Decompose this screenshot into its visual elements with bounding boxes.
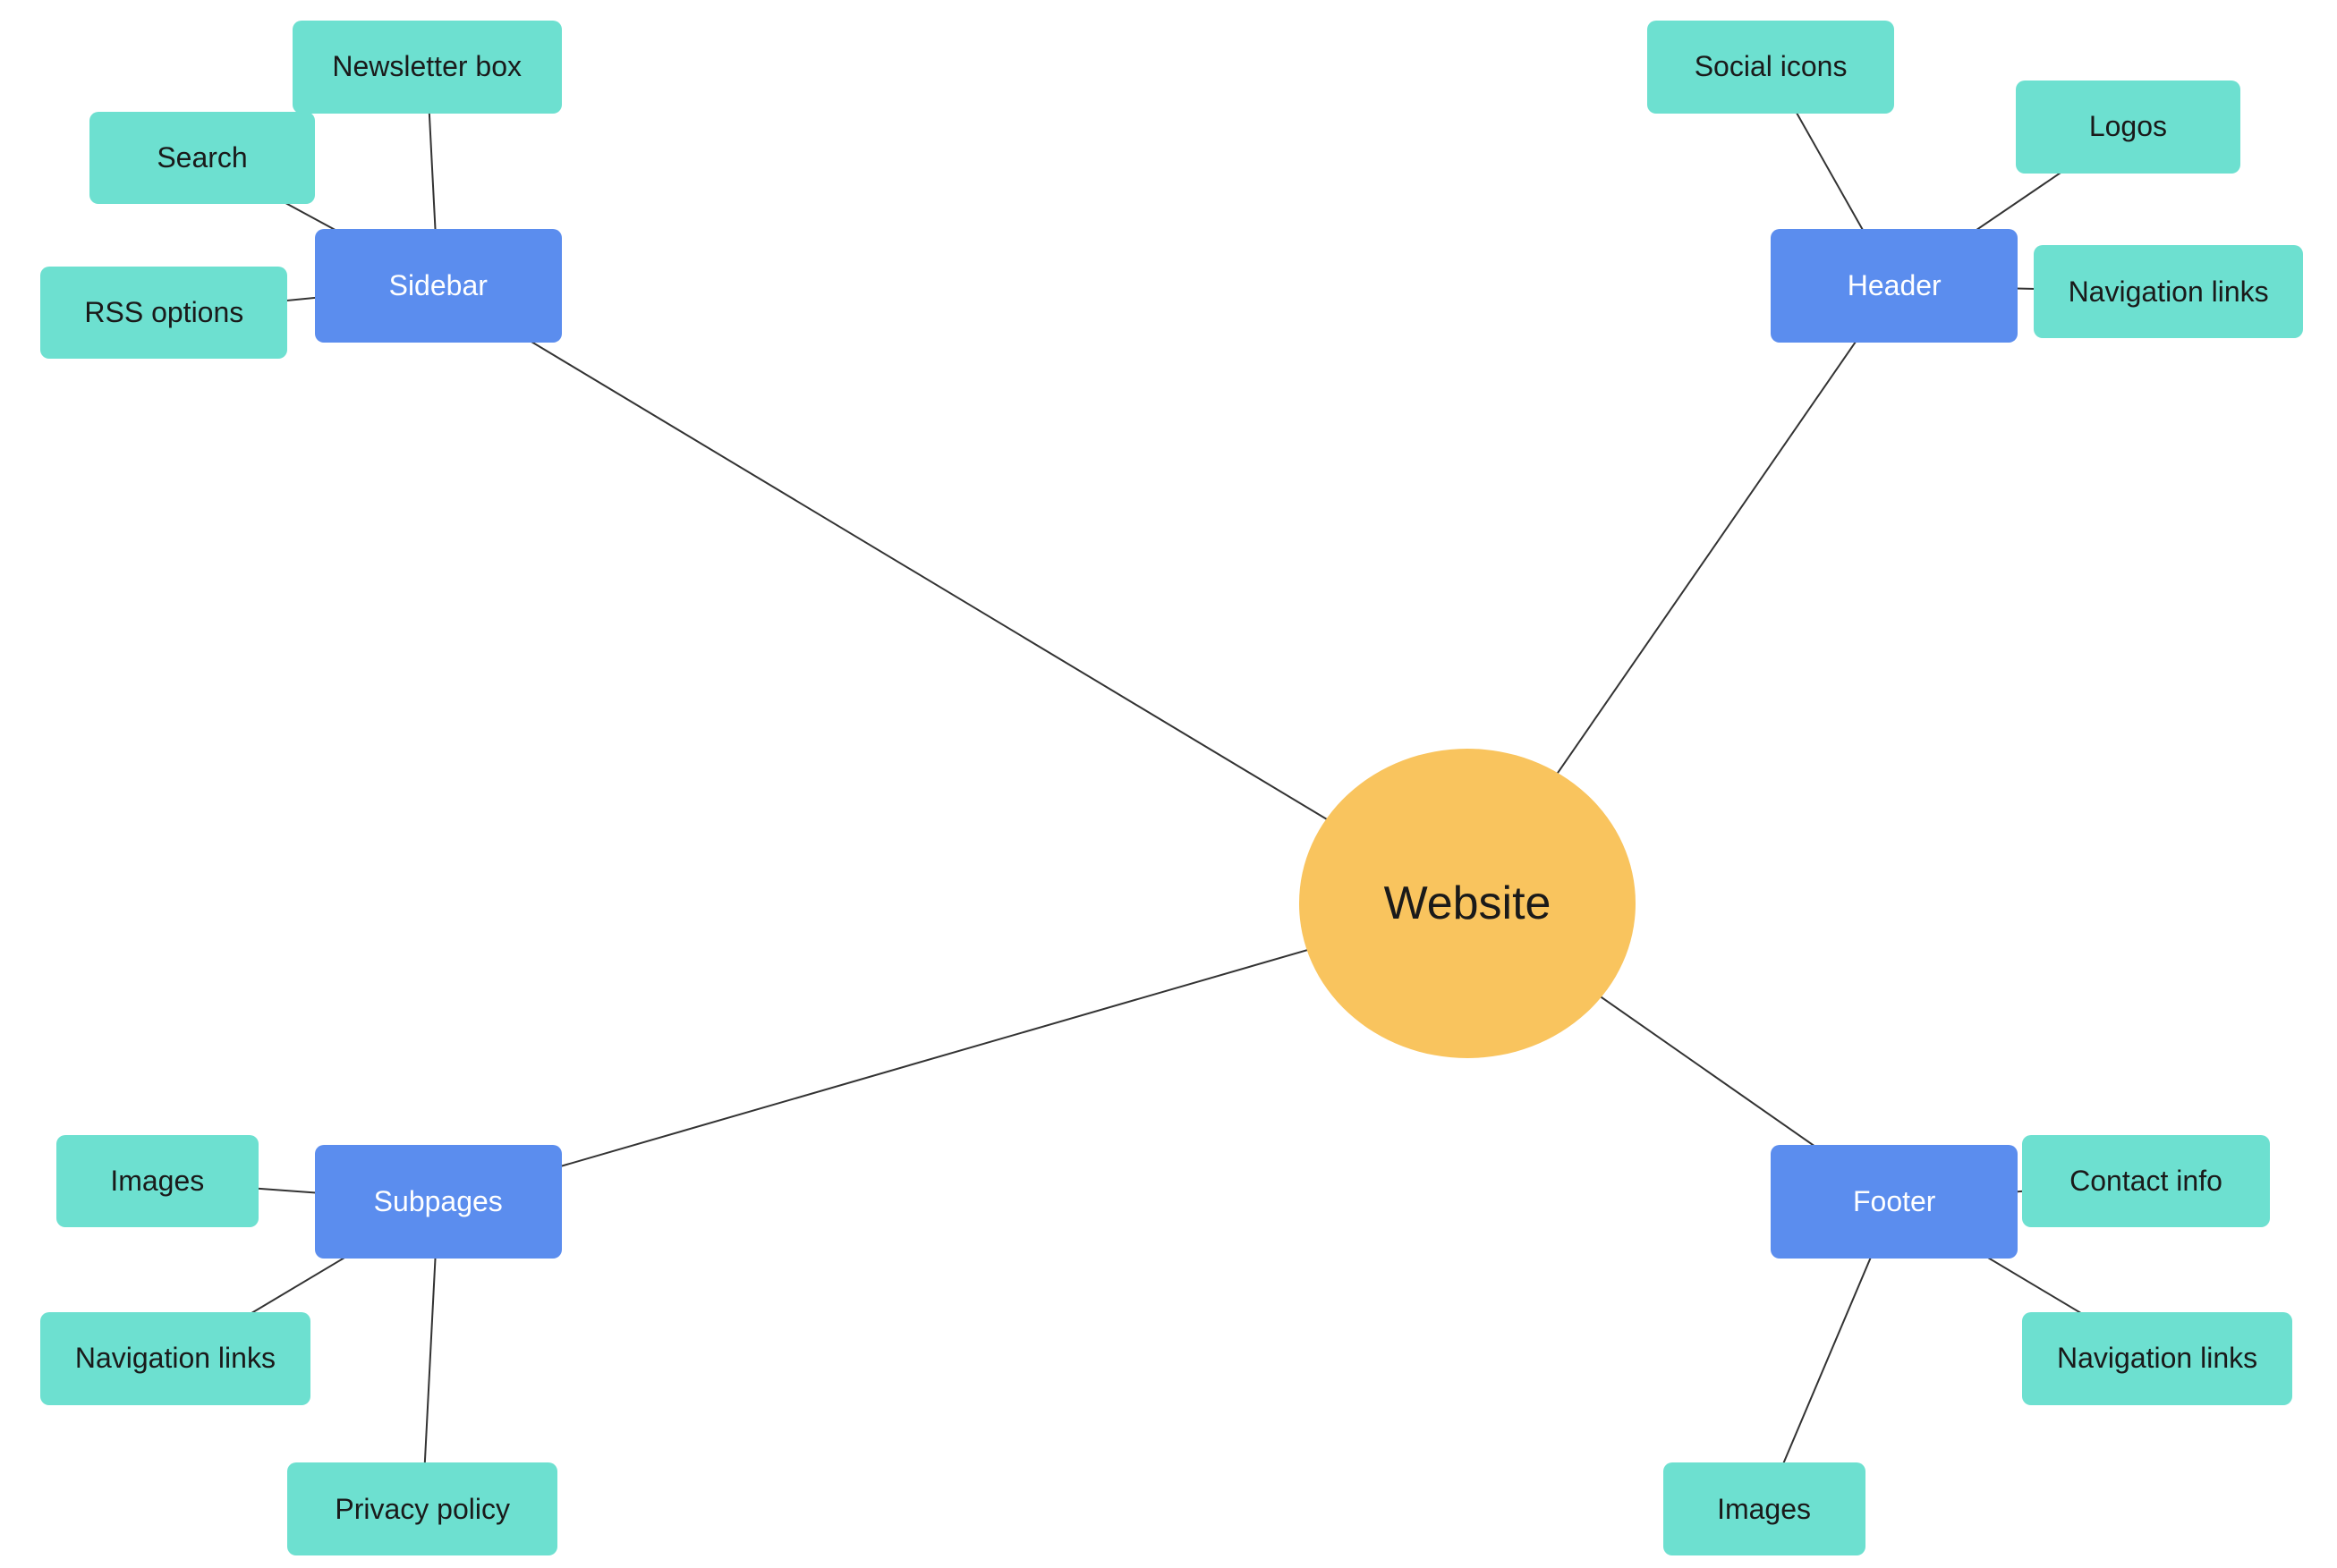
node-logos: Logos <box>2016 81 2240 174</box>
node-newsletter: Newsletter box <box>293 21 562 114</box>
node-privacy: Privacy policy <box>287 1462 557 1555</box>
mind-map-diagram: Website Sidebar Header Subpages Footer Search… <box>0 0 2337 1568</box>
node-contact: Contact info <box>2022 1135 2269 1228</box>
node-search: Search <box>89 112 314 205</box>
node-images-sub: Images <box>56 1135 259 1228</box>
node-nav-header: Navigation links <box>2034 245 2303 338</box>
node-nav-footer: Navigation links <box>2022 1312 2291 1405</box>
node-nav-sub: Navigation links <box>40 1312 310 1405</box>
node-footer: Footer <box>1771 1145 2018 1259</box>
node-social: Social icons <box>1647 21 1894 114</box>
node-sidebar: Sidebar <box>315 229 562 343</box>
node-images-footer: Images <box>1663 1462 1865 1555</box>
node-subpages: Subpages <box>315 1145 562 1259</box>
node-rss: RSS options <box>40 267 287 360</box>
node-center: Website <box>1299 749 1636 1058</box>
node-header: Header <box>1771 229 2018 343</box>
